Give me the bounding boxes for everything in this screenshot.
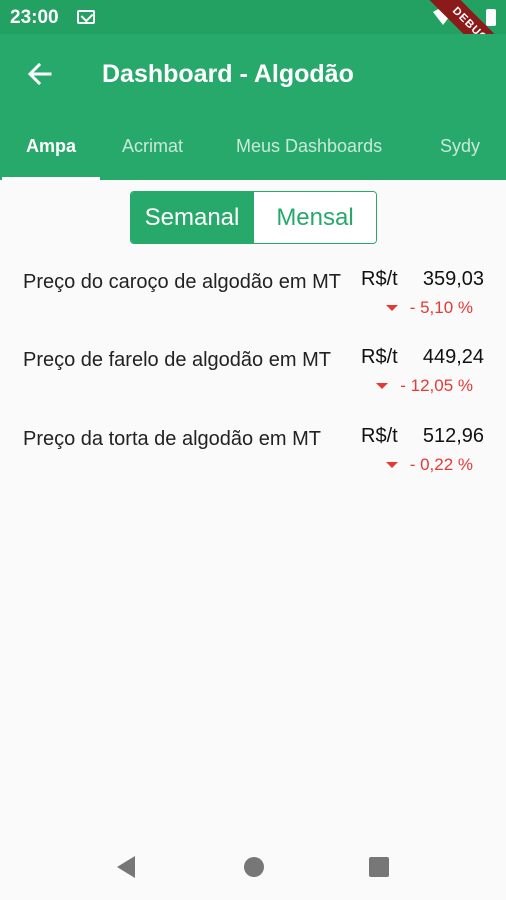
tab-bar: Ampa Acrimat Meus Dashboards Sydy [0,126,506,180]
price-value: 359,03 [422,268,484,290]
back-arrow-icon[interactable] [26,60,54,88]
price-unit: R$/t [361,425,398,447]
price-change: - 0,22 % [385,455,473,475]
tab-acrimat[interactable]: Acrimat [122,136,183,157]
app-bar: Dashboard - Algodão Ampa Acrimat Meus Da… [0,34,506,180]
price-label: Preço do caroço de algodão em MT [23,271,341,293]
tab-sydy[interactable]: Sydy [440,136,480,157]
system-nav-bar [0,834,506,900]
period-toggle: Semanal Mensal [130,191,377,244]
monthly-button[interactable]: Mensal [253,192,376,243]
tab-indicator [2,177,100,180]
down-arrow-icon [385,305,398,311]
battery-icon [486,9,496,26]
price-label: Preço da torta de algodão em MT [23,428,321,450]
down-arrow-icon [376,383,389,389]
tab-ampa[interactable]: Ampa [26,136,76,157]
nav-back-icon[interactable] [117,856,135,878]
weekly-button[interactable]: Semanal [131,192,253,243]
price-value: 512,96 [422,425,484,447]
price-change-text: - 5,10 % [409,298,473,317]
price-change: - 5,10 % [385,298,473,318]
price-change: - 12,05 % [376,376,473,396]
price-value: 449,24 [422,346,484,368]
status-bar: 23:00 DEBUG [0,0,506,83]
price-unit: R$/t [361,346,398,368]
price-change-text: - 12,05 % [400,376,473,395]
down-arrow-icon [385,462,398,468]
nav-home-icon[interactable] [244,857,264,877]
price-change-text: - 0,22 % [409,455,473,474]
status-time: 23:00 [10,7,59,28]
nav-recents-icon[interactable] [369,857,389,877]
tab-meus-dashboards[interactable]: Meus Dashboards [236,136,382,157]
price-label: Preço de farelo de algodão em MT [23,349,331,371]
price-unit: R$/t [361,268,398,290]
mail-icon [77,10,95,24]
page-title: Dashboard - Algodão [102,60,354,88]
